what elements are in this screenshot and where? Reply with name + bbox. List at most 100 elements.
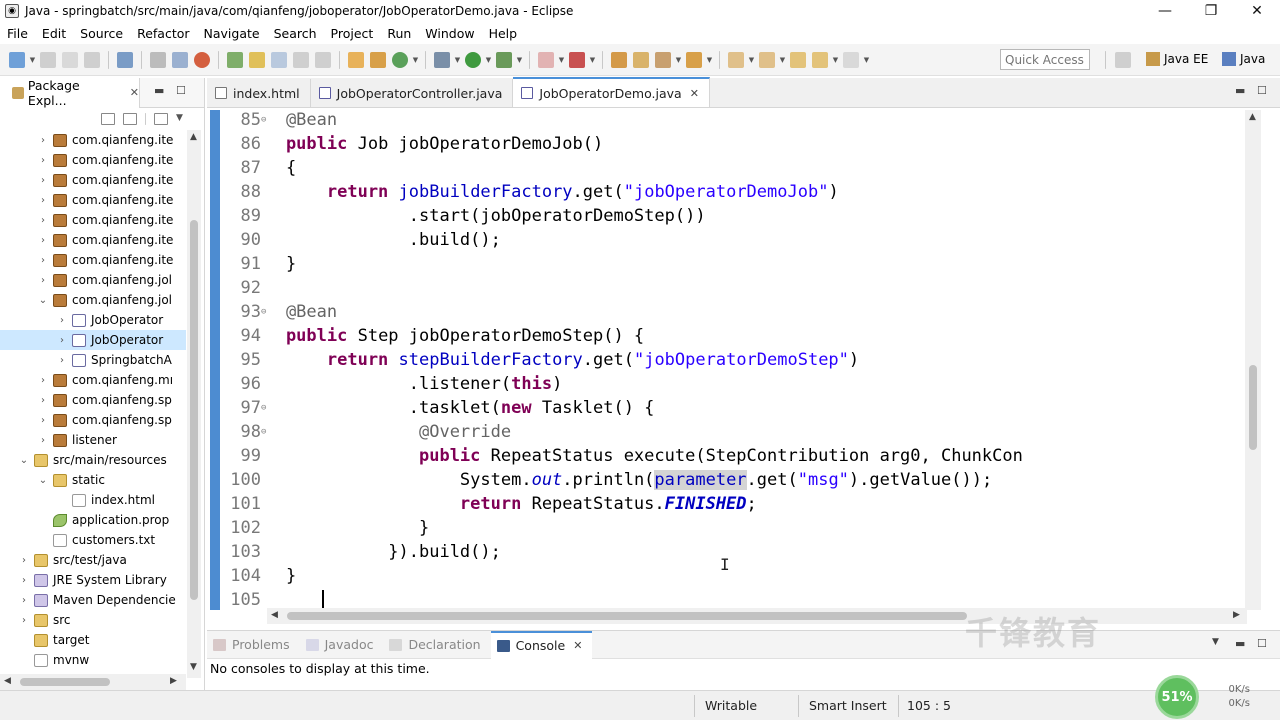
code-line[interactable]: 87 { bbox=[207, 156, 1257, 180]
external-tools-icon[interactable] bbox=[569, 51, 585, 68]
code-line[interactable]: 91 } bbox=[207, 252, 1257, 276]
menu-edit[interactable]: Edit bbox=[35, 26, 73, 41]
perspective-java[interactable]: Java bbox=[1222, 52, 1265, 66]
menu-source[interactable]: Source bbox=[73, 26, 130, 41]
scroll-up-icon[interactable]: ▲ bbox=[190, 132, 197, 142]
coverage-icon[interactable] bbox=[496, 51, 512, 68]
close-button[interactable]: ✕ bbox=[1234, 0, 1280, 22]
tree-item[interactable]: › JobOperator bbox=[0, 310, 186, 330]
tab-index-html[interactable]: index.html bbox=[207, 79, 311, 107]
menu-window[interactable]: Window bbox=[418, 26, 481, 41]
maximize-view-icon[interactable]: ☐ bbox=[1257, 84, 1267, 97]
tree-item[interactable]: › com.qianfeng.sp bbox=[0, 390, 186, 410]
chevron-down-icon[interactable]: ▼ bbox=[863, 52, 870, 68]
mark-occurrences-icon[interactable] bbox=[227, 51, 243, 68]
new-icon[interactable] bbox=[9, 51, 25, 68]
code-line[interactable]: 89 .start(jobOperatorDemoStep()) bbox=[207, 204, 1257, 228]
collapse-all-icon[interactable] bbox=[101, 113, 115, 125]
chevron-right-icon[interactable]: › bbox=[18, 555, 30, 566]
menu-file[interactable]: File bbox=[0, 26, 35, 41]
close-icon[interactable]: ✕ bbox=[573, 639, 582, 652]
chevron-right-icon[interactable]: › bbox=[37, 255, 49, 266]
editor-vertical-scrollbar[interactable]: ▲ bbox=[1245, 110, 1261, 610]
last-edit-icon[interactable] bbox=[790, 51, 806, 68]
menu-project[interactable]: Project bbox=[324, 26, 381, 41]
code-line[interactable]: 86 public Job jobOperatorDemoJob() bbox=[207, 132, 1257, 156]
close-icon[interactable]: ✕ bbox=[690, 87, 699, 100]
chevron-right-icon[interactable]: › bbox=[37, 195, 49, 206]
minimize-button[interactable]: — bbox=[1142, 0, 1188, 22]
tab-joboperatordemo[interactable]: JobOperatorDemo.java ✕ bbox=[513, 77, 710, 107]
code-line[interactable]: 104 } bbox=[207, 564, 1257, 588]
save-icon[interactable] bbox=[40, 51, 56, 68]
new-server-icon[interactable] bbox=[348, 51, 364, 68]
chevron-right-icon[interactable]: › bbox=[37, 435, 49, 446]
chevron-right-icon[interactable]: › bbox=[37, 175, 49, 186]
menu-run[interactable]: Run bbox=[380, 26, 418, 41]
show-whitespace-icon[interactable] bbox=[293, 51, 309, 68]
debug-icon[interactable] bbox=[434, 51, 450, 68]
chevron-right-icon[interactable]: › bbox=[56, 335, 68, 346]
tree-item[interactable]: › com.qianfeng.ite bbox=[0, 210, 186, 230]
next-annotation-icon[interactable] bbox=[728, 51, 744, 68]
tree-item[interactable]: ⌄ static bbox=[0, 470, 186, 490]
code-line[interactable]: 85 ⊖ @Bean bbox=[207, 110, 1257, 132]
filter-icon[interactable] bbox=[154, 113, 168, 125]
open-type-icon[interactable] bbox=[611, 51, 627, 68]
tree-item[interactable]: target bbox=[0, 630, 186, 650]
chevron-down-icon[interactable]: ▼ bbox=[558, 52, 565, 68]
terminal-icon[interactable] bbox=[117, 51, 133, 68]
code-line[interactable]: 88 return jobBuilderFactory.get("jobOper… bbox=[207, 180, 1257, 204]
chevron-right-icon[interactable]: › bbox=[18, 575, 30, 586]
tree-item[interactable]: index.html bbox=[0, 490, 186, 510]
tree-item[interactable]: › com.qianfeng.jol bbox=[0, 270, 186, 290]
tree-item[interactable]: › SpringbatchA bbox=[0, 350, 186, 370]
tree-item[interactable]: › src/test/java bbox=[0, 550, 186, 570]
block-selection-icon[interactable] bbox=[271, 51, 287, 68]
scroll-thumb[interactable] bbox=[1249, 365, 1257, 450]
tree-item[interactable]: customers.txt bbox=[0, 530, 186, 550]
tab-console[interactable]: Console ✕ bbox=[490, 630, 593, 659]
tree-horizontal-scrollbar[interactable]: ◀ ▶ bbox=[0, 674, 186, 690]
back-icon[interactable] bbox=[812, 51, 828, 68]
quick-access-input[interactable] bbox=[1000, 49, 1090, 70]
chevron-right-icon[interactable]: › bbox=[18, 595, 30, 606]
refresh-icon[interactable] bbox=[392, 51, 408, 68]
chevron-right-icon[interactable]: › bbox=[37, 275, 49, 286]
scroll-up-icon[interactable]: ▲ bbox=[1249, 112, 1256, 122]
scroll-thumb[interactable] bbox=[20, 678, 110, 686]
code-line[interactable]: 101 return RepeatStatus.FINISHED; bbox=[207, 492, 1257, 516]
code-line[interactable]: 97 ⊖ .tasklet(new Tasklet() { bbox=[207, 396, 1257, 420]
tree-item[interactable]: › com.qianfeng.mı bbox=[0, 370, 186, 390]
tree-item[interactable]: ⌄ src/main/resources bbox=[0, 450, 186, 470]
chevron-down-icon[interactable]: ▼ bbox=[589, 52, 596, 68]
chevron-right-icon[interactable]: › bbox=[37, 375, 49, 386]
code-line[interactable]: 96 .listener(this) bbox=[207, 372, 1257, 396]
tree-item[interactable]: › com.qianfeng.ite bbox=[0, 230, 186, 250]
chevron-down-icon[interactable]: ▼ bbox=[748, 52, 755, 68]
tree-item[interactable]: › com.qianfeng.ite bbox=[0, 130, 186, 150]
search-icon[interactable] bbox=[655, 51, 671, 68]
chevron-right-icon[interactable]: › bbox=[37, 155, 49, 166]
chevron-down-icon[interactable]: ▼ bbox=[706, 52, 713, 68]
chevron-right-icon[interactable]: › bbox=[37, 135, 49, 146]
toggle-markers-icon[interactable] bbox=[172, 51, 188, 68]
scroll-right-icon[interactable]: ▶ bbox=[170, 676, 177, 686]
code-line[interactable]: 99 public RepeatStatus execute(StepContr… bbox=[207, 444, 1257, 468]
print-icon[interactable] bbox=[84, 51, 100, 68]
view-menu-chevron-icon[interactable]: ▼ bbox=[176, 113, 190, 125]
chevron-right-icon[interactable]: › bbox=[37, 235, 49, 246]
menu-help[interactable]: Help bbox=[482, 26, 525, 41]
tab-javadoc[interactable]: Javadoc bbox=[300, 631, 384, 659]
scroll-thumb[interactable] bbox=[190, 220, 198, 600]
tab-declaration[interactable]: Declaration bbox=[383, 631, 490, 659]
maximize-view-icon[interactable]: ☐ bbox=[176, 84, 186, 97]
tree-item[interactable]: ⌄ com.qianfeng.jol bbox=[0, 290, 186, 310]
tab-joboperatorcontroller[interactable]: JobOperatorController.java bbox=[311, 79, 514, 107]
code-line[interactable]: 90 .build(); bbox=[207, 228, 1257, 252]
maximize-view-icon[interactable]: ☐ bbox=[1257, 637, 1267, 650]
chevron-right-icon[interactable]: › bbox=[18, 615, 30, 626]
chevron-right-icon[interactable]: › bbox=[37, 215, 49, 226]
minimize-view-icon[interactable]: ▬ bbox=[1235, 637, 1245, 650]
open-task-icon[interactable] bbox=[633, 51, 649, 68]
